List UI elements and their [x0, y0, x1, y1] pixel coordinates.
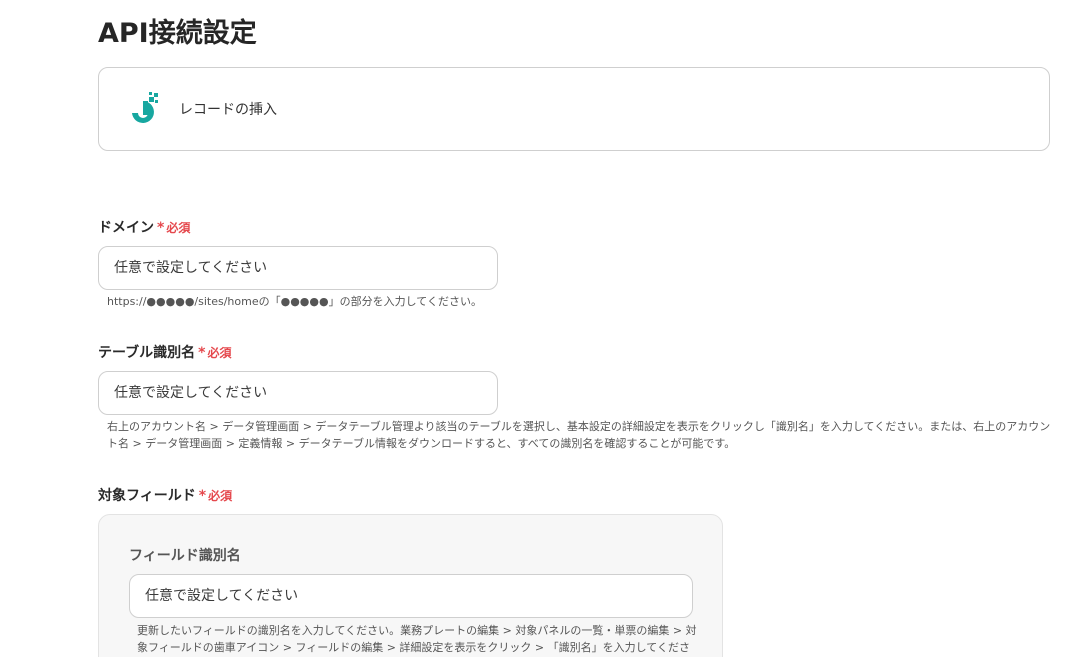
target-field-label: 対象フィールド * 必須	[98, 487, 232, 505]
page-title: API接続設定	[98, 18, 257, 49]
required-badge: 必須	[207, 346, 232, 360]
target-field-panel: フィールド識別名 更新したいフィールドの識別名を入力してください。業務プレートの…	[98, 514, 723, 657]
domain-label: ドメイン * 必須	[98, 219, 190, 237]
domain-input[interactable]	[98, 246, 498, 290]
action-card: レコードの挿入	[98, 67, 1050, 151]
required-badge: 必須	[208, 489, 233, 503]
api-settings-page: API接続設定 レコードの挿入 ドメイン*必須 https://●●●●●/si…	[0, 0, 1087, 657]
table-id-help-text: 右上のアカウント名 > データ管理画面 > データテーブル管理より該当のテーブル…	[107, 420, 1051, 450]
field-id-input[interactable]	[129, 574, 693, 618]
table-id-input[interactable]	[98, 371, 498, 415]
field-id-help-text: 更新したいフィールドの識別名を入力してください。業務プレートの編集 > 対象パネ…	[137, 624, 697, 654]
table-id-label: テーブル識別名 * 必須	[98, 344, 232, 362]
domain-label-text: ドメイン	[98, 220, 154, 236]
action-name: レコードの挿入	[179, 102, 277, 118]
app-logo-icon	[132, 92, 158, 123]
required-badge: 必須	[166, 221, 191, 235]
domain-help-text: https://●●●●●/sites/homeの「●●●●●」の部分を入力して…	[107, 295, 482, 308]
table-id-label-text: テーブル識別名	[98, 345, 196, 361]
field-id-label: フィールド識別名	[129, 548, 241, 564]
required-star: *	[198, 345, 206, 361]
target-field-label-text: 対象フィールド	[98, 488, 196, 504]
required-star: *	[198, 488, 207, 504]
required-star: *	[157, 220, 165, 236]
